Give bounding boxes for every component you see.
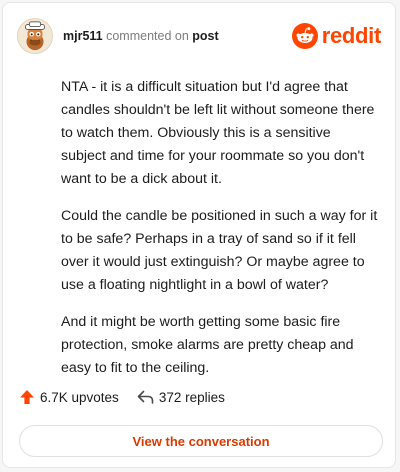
embedded-comment-card: mjr511 commented on post reddit NTA - it… (2, 2, 396, 468)
reddit-alien-icon (291, 23, 318, 49)
comment-header: mjr511 commented on post reddit (17, 17, 381, 55)
replies-count: 372 replies (158, 389, 225, 405)
comment-stats: 6.7K upvotes 372 replies (19, 389, 225, 405)
user-avatar[interactable] (17, 18, 53, 54)
upvotes-stat[interactable]: 6.7K upvotes (19, 389, 119, 405)
reddit-wordmark: reddit (321, 23, 382, 48)
post-link[interactable]: post (192, 29, 218, 43)
reply-arrow-icon (137, 390, 154, 404)
replies-stat[interactable]: 372 replies (137, 389, 225, 405)
username-link[interactable]: mjr511 (63, 29, 103, 43)
upvote-arrow-icon (20, 390, 34, 404)
comment-body: NTA - it is a difficult situation but I'… (61, 76, 379, 394)
avatar-icon (18, 19, 52, 53)
comment-paragraph: NTA - it is a difficult situation but I'… (61, 79, 375, 187)
comment-meta: mjr511 commented on post (63, 29, 219, 43)
reddit-logo[interactable]: reddit (291, 23, 382, 49)
comment-paragraph: Could the candle be positioned in such a… (61, 208, 378, 293)
upvotes-count: 6.7K upvotes (40, 389, 119, 405)
view-conversation-button[interactable]: View the conversation (19, 425, 383, 457)
comment-paragraph: And it might be worth getting some basic… (61, 314, 354, 376)
action-text: commented on (106, 29, 189, 43)
